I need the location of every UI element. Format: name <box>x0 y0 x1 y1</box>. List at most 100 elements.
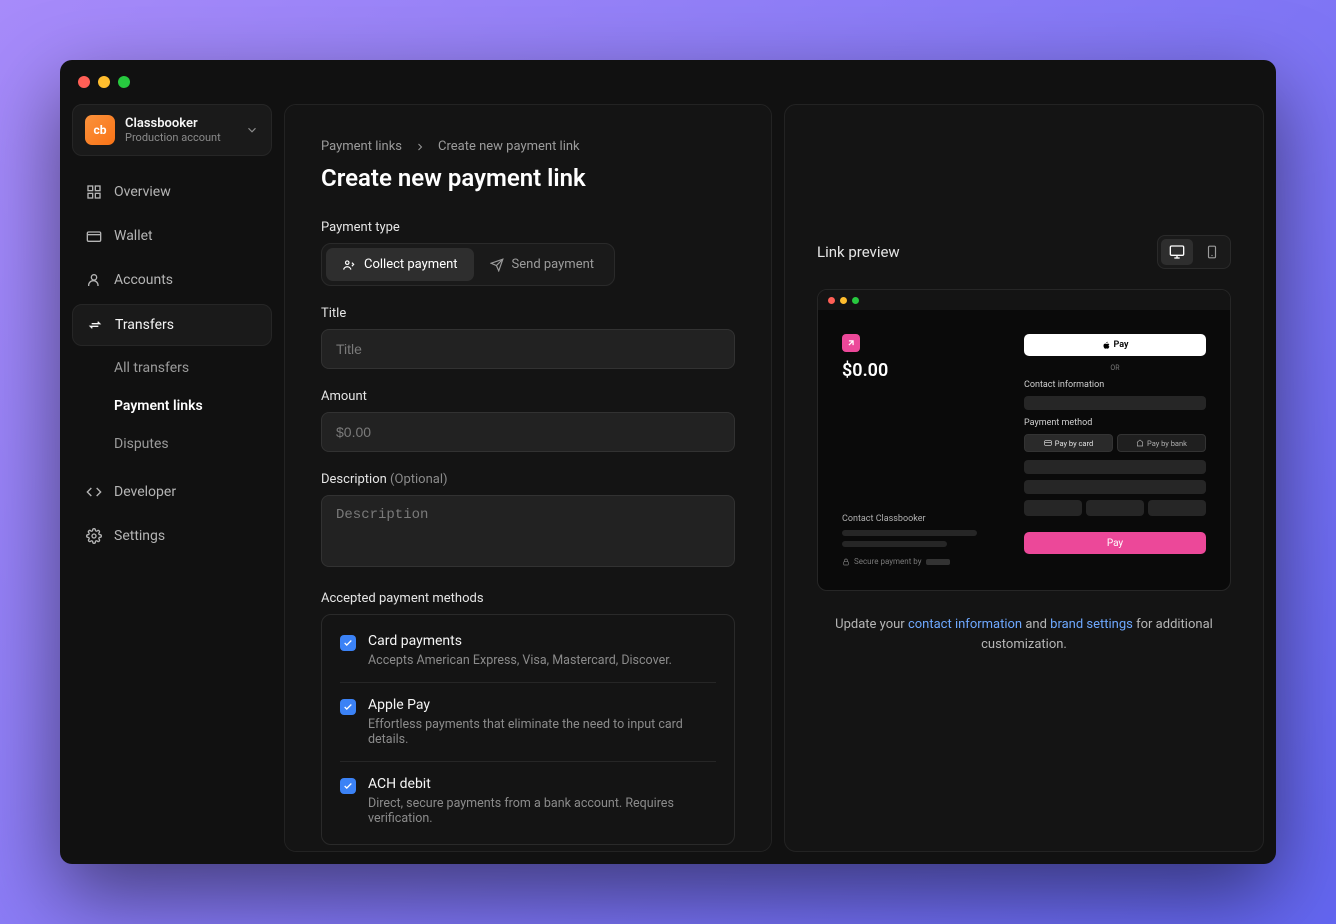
check-icon <box>343 702 353 712</box>
apple-icon <box>1102 341 1111 350</box>
check-icon <box>343 638 353 648</box>
title-label: Title <box>321 306 735 321</box>
account-subtitle: Production account <box>125 131 235 144</box>
preview-footer: Update your contact information and bran… <box>817 615 1231 654</box>
preview-title: Link preview <box>817 243 900 261</box>
or-divider: OR <box>1024 364 1206 372</box>
mock-email-input <box>1024 396 1206 410</box>
collect-payment-label: Collect payment <box>364 257 458 272</box>
pm-title: Card payments <box>368 633 672 649</box>
maximize-icon[interactable] <box>118 76 130 88</box>
brand-settings-link[interactable]: brand settings <box>1050 617 1133 632</box>
sidebar-item-wallet[interactable]: Wallet <box>72 216 272 256</box>
pm-title: Apple Pay <box>368 697 716 713</box>
close-icon[interactable] <box>78 76 90 88</box>
preview-mock: $0.00 Contact Classbooker Secure payment… <box>817 289 1231 591</box>
chevron-right-icon <box>414 141 426 153</box>
send-payment-label: Send payment <box>512 257 595 272</box>
breadcrumb-parent[interactable]: Payment links <box>321 139 402 154</box>
app-window: cb Classbooker Production account Overvi… <box>60 60 1276 864</box>
device-toggle <box>1157 235 1231 269</box>
provider-logo <box>926 559 950 565</box>
mock-card-input <box>1024 460 1206 474</box>
subnav-disputes[interactable]: Disputes <box>100 426 272 462</box>
preview-amount: $0.00 <box>842 360 992 381</box>
checkbox-ach[interactable] <box>340 778 356 794</box>
mobile-view-button[interactable] <box>1197 239 1227 265</box>
sidebar-item-transfers[interactable]: Transfers <box>72 304 272 346</box>
payment-method-card: Card payments Accepts American Express, … <box>340 619 716 683</box>
payment-method-applepay: Apple Pay Effortless payments that elimi… <box>340 683 716 762</box>
contact-info-label: Contact information <box>1024 380 1206 390</box>
transfers-subnav: All transfers Payment links Disputes <box>72 350 272 462</box>
mock-titlebar <box>818 290 1230 310</box>
amount-input[interactable] <box>321 412 735 452</box>
code-icon <box>86 484 102 500</box>
check-icon <box>343 781 353 791</box>
grid-icon <box>86 184 102 200</box>
page-title: Create new payment link <box>321 164 735 192</box>
sidebar-item-label: Settings <box>114 528 165 544</box>
payment-type-toggle: Collect payment Send payment <box>321 243 615 286</box>
mock-name-input <box>1024 480 1206 494</box>
mobile-icon <box>1205 244 1219 260</box>
contact-merchant: Contact Classbooker <box>842 514 992 524</box>
accepted-methods-label: Accepted payment methods <box>321 591 735 606</box>
send-payment-button[interactable]: Send payment <box>474 248 611 281</box>
mock-min-icon <box>840 297 847 304</box>
subnav-payment-links[interactable]: Payment links <box>100 388 272 424</box>
sidebar-item-label: Developer <box>114 484 176 500</box>
mock-close-icon <box>828 297 835 304</box>
send-icon <box>490 258 504 272</box>
pay-button: Pay <box>1024 532 1206 554</box>
sidebar: cb Classbooker Production account Overvi… <box>72 104 272 852</box>
user-icon <box>86 272 102 288</box>
account-name: Classbooker <box>125 116 235 131</box>
card-icon <box>1044 439 1052 447</box>
lock-icon <box>842 558 850 566</box>
payment-method-ach: ACH debit Direct, secure payments from a… <box>340 762 716 840</box>
collect-payment-button[interactable]: Collect payment <box>326 248 474 281</box>
sidebar-item-label: Transfers <box>115 317 174 333</box>
wallet-icon <box>86 228 102 244</box>
sidebar-item-developer[interactable]: Developer <box>72 472 272 512</box>
mock-cvc-input <box>1086 500 1144 516</box>
sidebar-item-settings[interactable]: Settings <box>72 516 272 556</box>
bank-icon <box>1136 439 1144 447</box>
account-switcher[interactable]: cb Classbooker Production account <box>72 104 272 156</box>
pay-by-bank-tab: Pay by bank <box>1117 434 1206 452</box>
pm-desc: Accepts American Express, Visa, Masterca… <box>368 653 672 668</box>
main-panel: Payment links Create new payment link Cr… <box>284 104 772 852</box>
title-input[interactable] <box>321 329 735 369</box>
account-avatar: cb <box>85 115 115 145</box>
arrow-up-right-icon <box>846 338 856 348</box>
pm-title: ACH debit <box>368 776 716 792</box>
description-label: Description (Optional) <box>321 472 735 487</box>
sidebar-item-label: Accounts <box>114 272 173 288</box>
pm-desc: Direct, secure payments from a bank acco… <box>368 796 716 826</box>
contact-info-link[interactable]: contact information <box>908 617 1022 632</box>
mock-exp-input <box>1024 500 1082 516</box>
checkbox-card[interactable] <box>340 635 356 651</box>
checkbox-applepay[interactable] <box>340 699 356 715</box>
sidebar-item-accounts[interactable]: Accounts <box>72 260 272 300</box>
chevron-down-icon <box>245 123 259 137</box>
subnav-all-transfers[interactable]: All transfers <box>100 350 272 386</box>
minimize-icon[interactable] <box>98 76 110 88</box>
desktop-view-button[interactable] <box>1161 239 1193 265</box>
payment-methods-box: Card payments Accepts American Express, … <box>321 614 735 845</box>
apple-pay-button: Pay <box>1024 334 1206 356</box>
user-receive-icon <box>342 258 356 272</box>
sidebar-item-label: Overview <box>114 184 171 200</box>
breadcrumb: Payment links Create new payment link <box>321 139 735 154</box>
payment-method-label: Payment method <box>1024 418 1206 428</box>
breadcrumb-current: Create new payment link <box>438 139 580 154</box>
pay-by-card-tab: Pay by card <box>1024 434 1113 452</box>
transfers-icon <box>87 317 103 333</box>
secure-payment: Secure payment by <box>842 557 992 566</box>
description-input[interactable] <box>321 495 735 567</box>
desktop-icon <box>1169 244 1185 260</box>
gear-icon <box>86 528 102 544</box>
pm-desc: Effortless payments that eliminate the n… <box>368 717 716 747</box>
sidebar-item-overview[interactable]: Overview <box>72 172 272 212</box>
